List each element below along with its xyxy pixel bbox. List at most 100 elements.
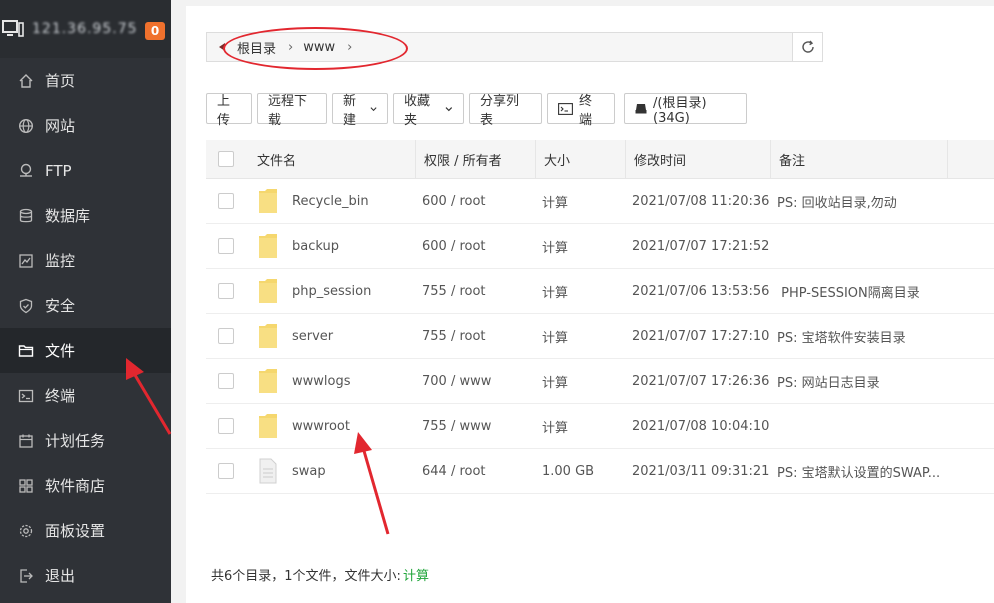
disk-button[interactable]: /(根目录) (34G) bbox=[624, 93, 747, 126]
folder-icon bbox=[258, 233, 278, 259]
row-checkbox[interactable] bbox=[218, 283, 234, 299]
file-name[interactable]: backup bbox=[292, 239, 339, 254]
perm-cell[interactable]: 600 / root bbox=[416, 239, 536, 254]
file-name-cell[interactable]: wwwlogs bbox=[246, 368, 416, 394]
select-all-cell bbox=[206, 151, 246, 167]
sidebar-item-label: 退出 bbox=[45, 567, 76, 585]
table-row[interactable]: wwwroot 755 / www 计算 2021/07/08 10:04:10 bbox=[206, 404, 994, 449]
favorites-label: 收藏夹 bbox=[404, 93, 431, 128]
file-name-cell[interactable]: php_session bbox=[246, 278, 416, 304]
monitor-chart-icon bbox=[18, 253, 34, 269]
table-row[interactable]: server 755 / root 计算 2021/07/07 17:27:10… bbox=[206, 314, 994, 359]
breadcrumb-current[interactable]: www bbox=[303, 40, 335, 55]
sidebar-item-label: 文件 bbox=[45, 342, 76, 360]
note-cell[interactable]: PS: 宝塔软件安装目录 bbox=[771, 327, 951, 346]
table-row[interactable]: Recycle_bin 600 / root 计算 2021/07/08 11:… bbox=[206, 179, 994, 224]
breadcrumb-root[interactable]: 根目录 bbox=[237, 38, 276, 57]
upload-button[interactable]: 上传 bbox=[206, 93, 252, 128]
perm-cell[interactable]: 755 / root bbox=[416, 284, 536, 299]
database-icon bbox=[18, 208, 34, 224]
refresh-button[interactable] bbox=[792, 33, 822, 61]
sidebar-item-appstore[interactable]: 软件商店 bbox=[0, 463, 171, 508]
table-row[interactable]: wwwlogs 700 / www 计算 2021/07/07 17:26:36… bbox=[206, 359, 994, 404]
file-name[interactable]: php_session bbox=[292, 284, 371, 299]
sidebar-item-label: 数据库 bbox=[45, 207, 91, 225]
sidebar-item-database[interactable]: 数据库 bbox=[0, 193, 171, 238]
file-name-cell[interactable]: wwwroot bbox=[246, 413, 416, 439]
row-checkbox[interactable] bbox=[218, 418, 234, 434]
notification-badge[interactable]: 0 bbox=[145, 22, 165, 40]
note-cell[interactable]: PS: 宝塔默认设置的SWAP... bbox=[771, 462, 951, 481]
perm-cell[interactable]: 755 / root bbox=[416, 329, 536, 344]
favorites-dropdown-button[interactable]: 收藏夹 bbox=[393, 93, 464, 128]
mtime-cell: 2021/07/07 17:26:36 bbox=[632, 373, 770, 389]
row-checkbox[interactable] bbox=[218, 463, 234, 479]
file-name[interactable]: server bbox=[292, 329, 333, 344]
size-calc-link[interactable]: 计算 bbox=[536, 417, 626, 436]
table-row[interactable]: php_session 755 / root 计算 2021/07/06 13:… bbox=[206, 269, 994, 314]
file-name[interactable]: Recycle_bin bbox=[292, 194, 369, 209]
sidebar-item-terminal[interactable]: 终端 bbox=[0, 373, 171, 418]
refresh-icon bbox=[801, 40, 814, 53]
file-name-cell[interactable]: server bbox=[246, 323, 416, 349]
mtime-cell: 2021/07/06 13:53:56 bbox=[632, 283, 770, 299]
size-calc-link[interactable]: 计算 bbox=[536, 237, 626, 256]
size-calc-link[interactable]: 计算 bbox=[536, 327, 626, 346]
note-cell[interactable]: PS: 网站日志目录 bbox=[771, 372, 951, 391]
table-row[interactable]: backup 600 / root 计算 2021/07/07 17:21:52 bbox=[206, 224, 994, 269]
file-name-cell[interactable]: backup bbox=[246, 233, 416, 259]
remote-download-button[interactable]: 远程下载 bbox=[257, 93, 327, 128]
row-checkbox[interactable] bbox=[218, 193, 234, 209]
file-name-cell[interactable]: swap bbox=[246, 458, 416, 484]
mtime-cell: 2021/07/08 11:20:36 bbox=[632, 193, 770, 209]
perm-cell[interactable]: 700 / www bbox=[416, 374, 536, 389]
perm-cell[interactable]: 755 / www bbox=[416, 419, 536, 434]
sidebar-item-label: 面板设置 bbox=[45, 522, 106, 540]
sidebar-item-settings[interactable]: 面板设置 bbox=[0, 508, 171, 553]
row-checkbox[interactable] bbox=[218, 328, 234, 344]
share-list-button[interactable]: 分享列表 bbox=[469, 93, 542, 128]
note-cell[interactable]: PS: 回收站目录,勿动 bbox=[771, 192, 951, 211]
sidebar-item-label: 首页 bbox=[45, 72, 76, 90]
footer-calc-link[interactable]: 计算 bbox=[403, 569, 429, 584]
breadcrumb: 根目录 › www › bbox=[237, 38, 362, 57]
sidebar-item-monitor[interactable]: 监控 bbox=[0, 238, 171, 283]
file-name[interactable]: swap bbox=[292, 464, 326, 479]
sidebar-item-files[interactable]: 文件 bbox=[0, 328, 171, 373]
select-all-checkbox[interactable] bbox=[218, 151, 234, 167]
sidebar-item-website[interactable]: 网站 bbox=[0, 103, 171, 148]
sidebar-item-label: 终端 bbox=[45, 387, 76, 405]
server-hostname: 121.36.95.75 bbox=[32, 21, 138, 37]
header-mtime[interactable]: 修改时间 bbox=[626, 139, 771, 179]
table-row[interactable]: swap 644 / root 1.00 GB 2021/03/11 09:31… bbox=[206, 449, 994, 494]
row-select-cell bbox=[206, 373, 246, 389]
row-checkbox[interactable] bbox=[218, 373, 234, 389]
file-name-cell[interactable]: Recycle_bin bbox=[246, 188, 416, 214]
header-size[interactable]: 大小 bbox=[536, 139, 626, 179]
terminal-icon bbox=[18, 388, 34, 404]
file-name[interactable]: wwwlogs bbox=[292, 374, 351, 389]
calendar-icon bbox=[18, 433, 34, 449]
terminal-button[interactable]: 终端 bbox=[547, 93, 615, 128]
back-button[interactable] bbox=[207, 33, 237, 61]
perm-cell[interactable]: 600 / root bbox=[416, 194, 536, 209]
table-footer: 共6个目录，1个文件，文件大小: 计算 bbox=[211, 565, 429, 584]
size-calc-link[interactable]: 计算 bbox=[536, 192, 626, 211]
row-checkbox[interactable] bbox=[218, 238, 234, 254]
sidebar-item-cron[interactable]: 计划任务 bbox=[0, 418, 171, 463]
sidebar-item-logout[interactable]: 退出 bbox=[0, 553, 171, 598]
file-name[interactable]: wwwroot bbox=[292, 419, 350, 434]
new-dropdown-button[interactable]: 新建 bbox=[332, 93, 388, 128]
sidebar-item-label: 计划任务 bbox=[45, 432, 106, 450]
size-calc-link[interactable]: 计算 bbox=[536, 282, 626, 301]
sidebar-item-ftp[interactable]: FTP bbox=[0, 148, 171, 193]
header-perm[interactable]: 权限 / 所有者 bbox=[416, 139, 536, 179]
header-name[interactable]: 文件名 bbox=[246, 139, 416, 179]
mtime-cell: 2021/07/07 17:27:10 bbox=[632, 328, 770, 344]
size-calc-link[interactable]: 计算 bbox=[536, 372, 626, 391]
sidebar-item-home[interactable]: 首页 bbox=[0, 58, 171, 103]
note-cell[interactable]: PHP-SESSION隔离目录 bbox=[771, 282, 951, 301]
sidebar-header: 121.36.95.75 0 bbox=[0, 0, 171, 58]
perm-cell[interactable]: 644 / root bbox=[416, 464, 536, 479]
sidebar-item-security[interactable]: 安全 bbox=[0, 283, 171, 328]
